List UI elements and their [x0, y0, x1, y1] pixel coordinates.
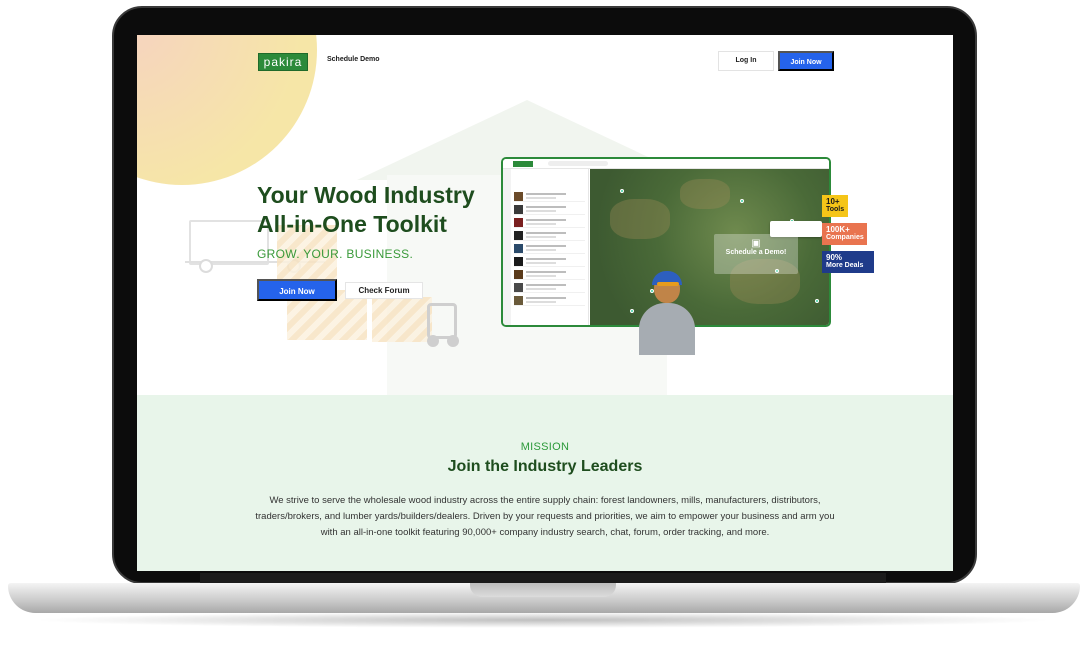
mission-title: Join the Industry Leaders [447, 458, 643, 475]
tools-badge-label: Tools [826, 206, 845, 213]
mission-section: MISSION Join the Industry Leaders We str… [137, 395, 953, 571]
mockup-list-item [514, 243, 585, 254]
laptop-shadow [30, 612, 1056, 628]
mockup-list-item [514, 269, 585, 280]
laptop-notch [470, 583, 616, 597]
person-cap-bill [657, 282, 679, 286]
forklift-wheel [447, 335, 459, 347]
person-illustration [639, 303, 695, 355]
schedule-demo-card[interactable]: ▣ Schedule a Demo! [714, 234, 798, 274]
companies-badge-value: 100K+ [826, 225, 850, 234]
mockup-list-item [514, 191, 585, 202]
tools-badge: 10+ Tools [822, 195, 848, 217]
calendar-icon: ▣ [751, 238, 761, 249]
hero-title-line1: Your Wood Industry [257, 182, 475, 208]
join-now-hero-button[interactable]: Join Now [257, 279, 337, 301]
companies-badge: 100K+ Companies [822, 223, 867, 245]
map-pin-icon [630, 309, 634, 313]
join-now-nav-button[interactable]: Join Now [778, 51, 834, 71]
map-pin-icon [740, 199, 744, 203]
hero-section: pakira Schedule Demo Log In Join Now You… [137, 35, 953, 395]
pakira-logo[interactable]: pakira [258, 53, 308, 71]
hero-title: Your Wood Industry All-in-One Toolkit [257, 181, 497, 239]
companies-badge-label: Companies [826, 234, 864, 241]
schedule-demo-card-label: Schedule a Demo! [725, 249, 787, 256]
screen: pakira Schedule Demo Log In Join Now You… [137, 35, 953, 571]
mockup-list-item [514, 230, 585, 241]
deals-badge: 90% More Deals [822, 251, 874, 273]
mockup-company-list [511, 169, 589, 325]
mockup-list-header [511, 169, 588, 189]
mockup-search-bar [548, 161, 608, 166]
tools-badge-value: 10+ [826, 197, 840, 206]
laptop-hinge [200, 573, 886, 583]
hero-subtitle: GROW. YOUR. BUSINESS. [257, 247, 414, 261]
hero-title-line2: All-in-One Toolkit [257, 211, 447, 237]
map-pin-icon [620, 189, 624, 193]
deals-badge-value: 90% [826, 253, 843, 262]
deals-badge-label: More Deals [826, 262, 864, 269]
schedule-demo-link[interactable]: Schedule Demo [327, 56, 380, 63]
mockup-topbar [503, 159, 829, 169]
login-button[interactable]: Log In [718, 51, 774, 71]
forklift-wheel [427, 335, 439, 347]
forklift-illustration [427, 303, 457, 339]
mockup-list-item [514, 217, 585, 228]
lumber-pallet-illustration [372, 297, 432, 342]
mockup-satellite-map: ▣ Schedule a Demo! [590, 169, 829, 325]
mockup-logo [513, 161, 533, 167]
mockup-list-item [514, 256, 585, 267]
map-pin-icon [815, 299, 819, 303]
mockup-sidebar [503, 169, 511, 325]
truck-wheel [199, 259, 213, 273]
mission-body: We strive to serve the wholesale wood in… [255, 495, 835, 538]
mockup-list-item [514, 295, 585, 306]
mission-label: MISSION [520, 441, 570, 453]
check-forum-button[interactable]: Check Forum [345, 282, 423, 299]
mockup-list-item [514, 204, 585, 215]
mockup-list-item [514, 282, 585, 293]
